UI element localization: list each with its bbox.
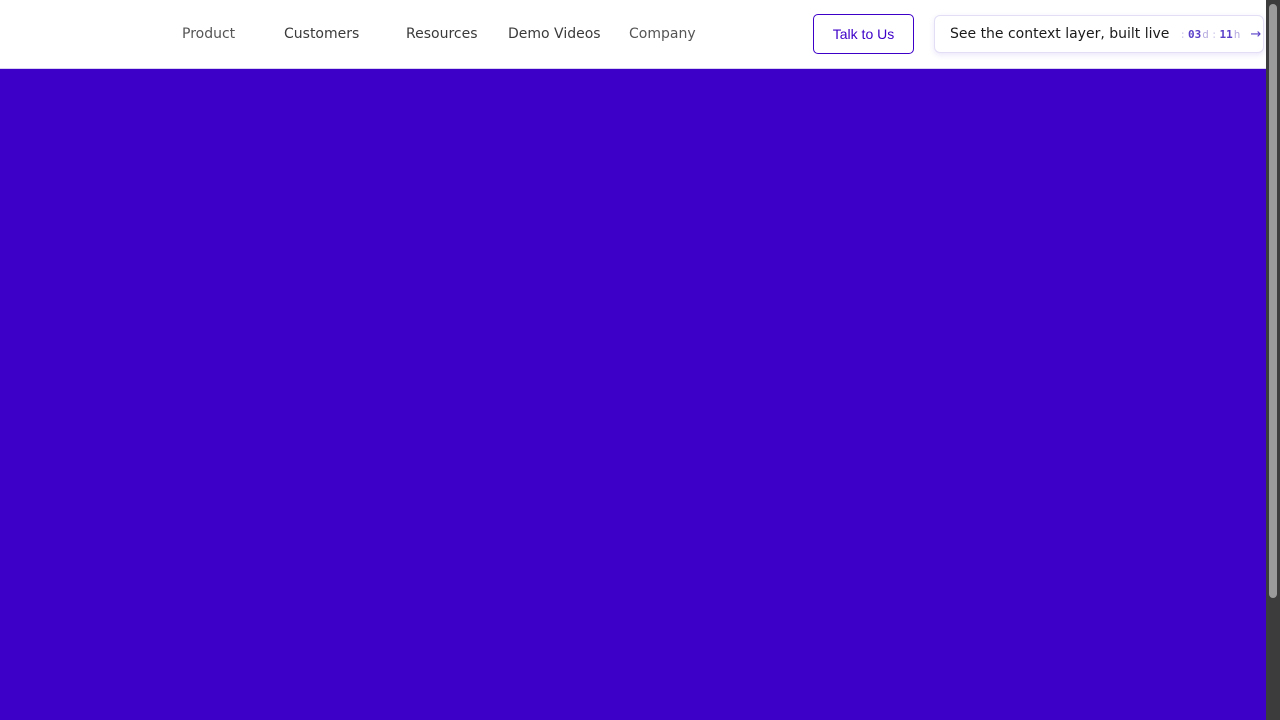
countdown-hours-value: 11 — [1219, 27, 1233, 41]
arrow-right-icon: → — [1250, 26, 1262, 42]
talk-to-us-button[interactable]: Talk to Us — [813, 14, 914, 54]
countdown-separator: : — [1179, 27, 1187, 41]
event-label: See the context layer, built live — [950, 26, 1170, 42]
page-scrollbar[interactable] — [1266, 0, 1280, 720]
site-header: Product Customers Resources Demo Videos … — [0, 0, 1266, 69]
nav-resources[interactable]: Resources — [406, 24, 478, 44]
nav-company[interactable]: Company — [629, 24, 696, 44]
countdown-hours-unit: h — [1233, 27, 1241, 41]
live-event-banner[interactable]: See the context layer, built live : 03 d… — [934, 15, 1264, 53]
hero-section — [0, 70, 1266, 720]
nav-product[interactable]: Product — [182, 24, 235, 44]
scrollbar-thumb[interactable] — [1269, 4, 1277, 598]
nav-customers[interactable]: Customers — [284, 24, 359, 44]
countdown-days-value: 03 — [1188, 27, 1202, 41]
countdown-separator: : — [1210, 27, 1218, 41]
countdown-days-unit: d — [1202, 27, 1209, 41]
nav-demo-videos[interactable]: Demo Videos — [508, 24, 601, 44]
countdown-timer: : 03 d : 11 h — [1177, 28, 1240, 41]
